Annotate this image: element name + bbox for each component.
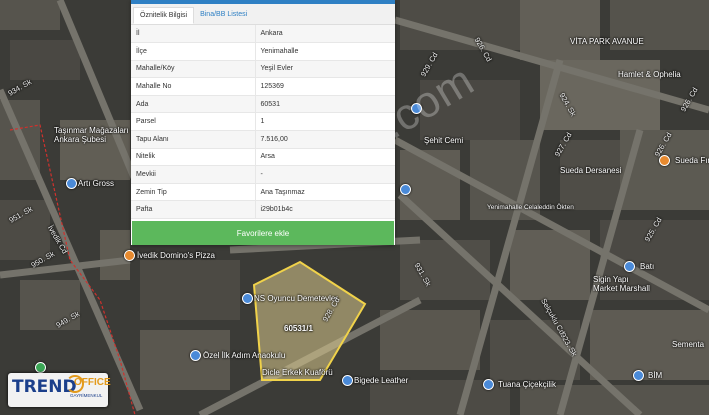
attribute-value: Ankara	[255, 25, 395, 44]
map-label-market-marshall: Market Marshall	[593, 284, 650, 293]
map-label-yenimahalle-okul: Yenimahalle Celaleddin Ökten	[487, 204, 574, 211]
parcel-info-panel: Öznitelik Bilgisi Bina/BB Listesi İl Anka…	[131, 0, 395, 245]
poi-pin-icon[interactable]	[624, 261, 635, 272]
attribute-key: Zemin Tip	[131, 183, 256, 202]
attribute-value: Yenimahalle	[255, 42, 395, 61]
poi-pin-icon[interactable]	[400, 184, 411, 195]
attribute-value: -	[255, 165, 395, 184]
attribute-key: Pafta	[131, 200, 256, 220]
attribute-row: Mahalle/Köy Yeşil Evler	[131, 60, 395, 79]
map-label-sehit: Şehit Cemi	[424, 136, 464, 145]
map-label-dominos: İvedik Domino's Pizza	[137, 251, 215, 260]
attribute-value: Ana Taşınmaz	[255, 183, 395, 202]
parcel-label: 60531/1	[284, 324, 313, 333]
attribute-row: Nitelik Arsa	[131, 148, 395, 167]
attribute-value: i29b01b4c	[255, 200, 395, 220]
map-label-ankara-subesi: Ankara Şubesi	[54, 135, 107, 144]
attribute-value: 60531	[255, 95, 395, 114]
attribute-key: Tapu Alanı	[131, 130, 256, 149]
panel-tabs: Öznitelik Bilgisi Bina/BB Listesi	[131, 4, 395, 25]
attribute-value: Yeşil Evler	[255, 60, 395, 79]
logo-suffix: OFFICE	[74, 377, 111, 388]
attribute-value: 125369	[255, 77, 395, 96]
map-label-vita-park: VİTA PARK AVANUE	[570, 37, 644, 46]
map-label-sementa: Sementa	[672, 340, 705, 349]
map-label-bati: Batı	[640, 262, 655, 271]
tab-attributes[interactable]: Öznitelik Bilgisi	[133, 7, 195, 24]
add-to-favorites-button[interactable]: Favorilere ekle	[132, 221, 394, 245]
poi-pin-icon[interactable]	[242, 293, 253, 304]
map-label-bim: BİM	[648, 371, 663, 380]
attribute-row: Parsel 1	[131, 112, 395, 132]
attribute-value: Arsa	[255, 148, 395, 167]
attribute-row: İl Ankara	[131, 25, 395, 44]
poi-pin-icon[interactable]	[35, 362, 46, 373]
map-label-tasinmar: Taşınmar Mağazaları	[54, 126, 129, 135]
attribute-key: Mevkii	[131, 165, 256, 184]
poi-pin-icon[interactable]	[66, 178, 77, 189]
attribute-row: Mevkii -	[131, 165, 395, 184]
attribute-key: İl	[131, 25, 256, 44]
poi-pin-icon[interactable]	[633, 370, 644, 381]
map-label-ns-oyuncu: NS Oyuncu Demetevler	[254, 294, 339, 303]
tab-building-list[interactable]: Bina/BB Listesi	[194, 7, 253, 24]
attribute-value: 1	[255, 112, 395, 132]
map-label-ozel-ilk: Özel İlk Adım Anaokulu	[203, 351, 286, 360]
attribute-row: Mahalle No 125369	[131, 77, 395, 96]
attribute-row: Tapu Alanı 7.516,00	[131, 130, 395, 149]
map-label-sigin-yapi: Sigin Yapı	[593, 275, 629, 284]
logo-tagline: GAYRİMENKUL	[70, 393, 103, 398]
attribute-key: Mahalle No	[131, 77, 256, 96]
attribute-table: İl Ankara İlçe Yenimahalle Mahalle/Köy Yeşil …	[131, 25, 395, 220]
map-label-kuafor: Dicle Erkek Kuaförü	[262, 368, 333, 377]
attribute-key: Ada	[131, 95, 256, 114]
map-label-bigede: Bigede Leather	[354, 376, 409, 385]
map-label-sueda-firin: Sueda Fırın	[675, 156, 709, 165]
attribute-row: İlçe Yenimahalle	[131, 42, 395, 61]
map-label-sueda-dersane: Sueda Dersanesi	[560, 166, 622, 175]
attribute-row: Zemin Tip Ana Taşınmaz	[131, 183, 395, 202]
attribute-row: Pafta i29b01b4c	[131, 200, 395, 220]
attribute-key: Parsel	[131, 112, 256, 132]
poi-pin-icon[interactable]	[124, 250, 135, 261]
poi-pin-icon[interactable]	[483, 379, 494, 390]
attribute-row: Ada 60531	[131, 95, 395, 114]
attribute-key: Mahalle/Köy	[131, 60, 256, 79]
poi-pin-icon[interactable]	[659, 155, 670, 166]
map-label-tuana: Tuana Çiçekçilik	[498, 380, 556, 389]
map-label-arti-gross: Artı Gross	[78, 179, 115, 188]
attribute-value: 7.516,00	[255, 130, 395, 149]
poi-pin-icon[interactable]	[342, 375, 353, 386]
poi-pin-icon[interactable]	[190, 350, 201, 361]
attribute-key: İlçe	[131, 42, 256, 61]
attribute-key: Nitelik	[131, 148, 256, 167]
map-label-hamlet: Hamlet & Ophelia	[618, 70, 681, 79]
trend-office-logo: TREND OFFICE GAYRİMENKUL	[8, 373, 111, 407]
